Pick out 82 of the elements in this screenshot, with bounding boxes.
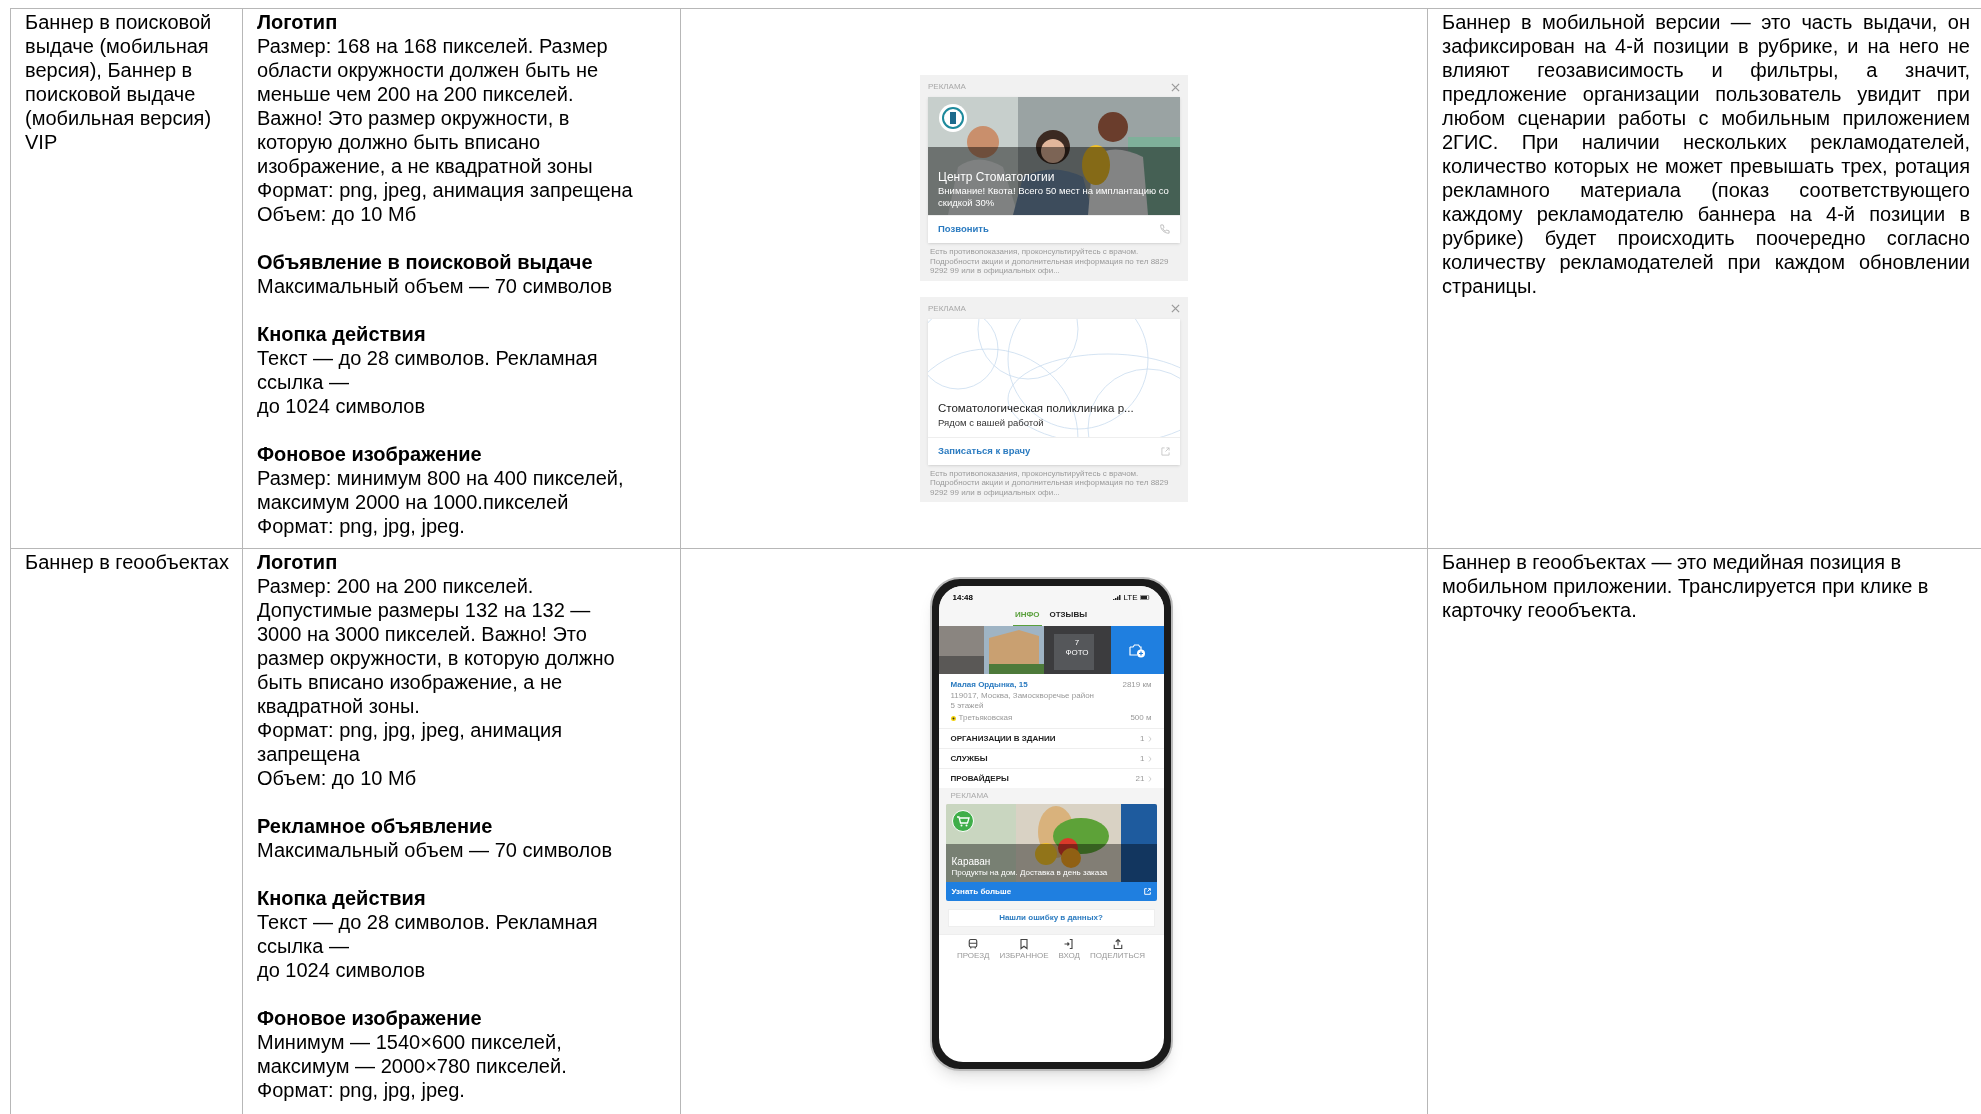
requirement-text: до 1024 символов	[257, 394, 427, 418]
report-error-button[interactable]: Нашли ошибку в данных?	[947, 909, 1155, 927]
description: Баннер в мобильной версии — это часть выдачи, он зафиксирован на 4-й позиции в рубрике, и на него не влияют геозависимость и фильтры, а значит, предложение организации пользователь увидит при любом сценарии работы с мобильным приложением 2ГИС. При наличии нескольких рекламодателей, количество которых не может превышать трех, ротация рекламного материала (показ соответствующего каждому рекламодателю баннера на 4-й позиции в рубрике) будет происходить поочередно согласно количеству рекламодателей при каждом обновлении страницы.	[1442, 10, 1970, 298]
list-item[interactable]: ПРОВАЙДЕРЫ	[950, 772, 1009, 785]
action-link[interactable]: Записаться к врачу	[938, 443, 1031, 459]
requirement-text: Объем: до 10 Мб	[257, 202, 418, 226]
metro-icon	[950, 715, 956, 721]
photo-label: ФОТО	[1065, 648, 1089, 658]
bookmark-icon	[1017, 938, 1030, 950]
requirement-text: Максимальный объем — 70 символов	[257, 838, 614, 862]
learn-more-button[interactable]: Узнать больше	[945, 882, 1157, 901]
ad-text: Рядом с вашей работой	[938, 415, 1045, 429]
requirement-text: Формат: png, jpg, jpeg.	[257, 1078, 466, 1102]
ad-label: РЕКЛАМА	[928, 81, 966, 93]
metro-distance: 500 м	[1130, 712, 1152, 724]
metro-station: Третьяковская	[958, 712, 1013, 724]
ad-title: Стоматологическая поликлиника р...	[938, 400, 1135, 416]
share-icon	[1111, 938, 1124, 950]
ad-title: Караван	[951, 856, 992, 868]
chevron-icon	[1147, 775, 1152, 782]
camera-add-icon	[1128, 642, 1146, 658]
list-item[interactable]: ОРГАНИЗАЦИИ В ЗДАНИИ	[950, 732, 1056, 745]
banner-type: Баннер в поисковой выдаче (мобильная версия), Баннер в поисковой выдаче (мобильная версия) VIP	[25, 10, 213, 154]
add-photo-button[interactable]	[1110, 626, 1164, 674]
signal-icon	[1113, 595, 1122, 600]
nav-item[interactable]: ПОДЕЛИТЬСЯ	[1090, 938, 1146, 960]
description: Баннер в геообъектах — это медийная позиция в мобильном приложении. Транслируется при клике в карточку геообъекта.	[1442, 550, 1930, 622]
section-heading: Рекламное объявление	[257, 814, 494, 838]
bus-icon	[967, 938, 980, 950]
external-link-icon	[1161, 446, 1170, 456]
section-heading: Кнопка действия	[257, 322, 427, 346]
close-icon[interactable]	[1171, 304, 1180, 313]
info-tab[interactable]: ОТЗЫВЫ	[1047, 610, 1090, 626]
ad-label: РЕКЛАМА	[949, 791, 990, 801]
requirement-text: Размер: минимум 800 на 400 пикселей, максимум 2000 на 1000.пикселей	[257, 466, 625, 514]
logo-icon	[938, 103, 968, 133]
ad-text: Внимание! Квота! Всего 50 мест на имплантацию со скидкой 30%	[938, 185, 1170, 209]
photo-count: 7	[1074, 638, 1080, 648]
requirement-text: Формат: png, jpg, jpeg, анимация запрещена	[257, 718, 564, 766]
nav-item[interactable]: ИЗБРАННОЕ	[999, 938, 1049, 960]
requirement-text: Допустимые размеры 132 на 132 — 3000 на 3000 пикселей. Важно! Это размер окружности, в которую должно быть вписано изображение, а не квадратной зоны.	[257, 598, 616, 718]
action-link[interactable]: Позвонить	[938, 222, 989, 237]
distance: 2819 км	[1122, 679, 1152, 691]
nav-item[interactable]: ПРОЕЗД	[956, 938, 990, 960]
cart-logo-icon	[951, 810, 974, 832]
section-heading: Кнопка действия	[257, 886, 427, 910]
requirement-text: до 1024 символов	[257, 958, 427, 982]
requirement-text: Формат: png, jpg, jpeg.	[257, 514, 466, 538]
ad-text: Продукты на дом. Доставка в день заказа	[951, 868, 1108, 878]
section-heading: Объявление в поисковой выдаче	[257, 250, 594, 274]
chevron-icon	[1147, 735, 1152, 742]
disclaimer: Есть противопоказания, проконсультируйтесь с врачом. Подробности акции и дополнительная информация по тел 8829 9292 99 или в официальных офи...	[929, 246, 1170, 276]
banner-type: Баннер в геообъектах	[25, 550, 230, 574]
item-count: 21	[1135, 772, 1145, 785]
entrance-icon	[1063, 938, 1076, 950]
section-heading: Фоновое изображение	[257, 1006, 483, 1030]
section-heading: Логотип	[257, 10, 339, 34]
ad-label: РЕКЛАМА	[928, 302, 966, 315]
item-count: 1	[1140, 752, 1145, 765]
address-link[interactable]: Малая Ордынка, 15	[950, 679, 1028, 691]
battery-icon	[1139, 595, 1150, 600]
list-item[interactable]: СЛУЖБЫ	[950, 752, 988, 765]
requirement-text: Формат: png, jpeg, анимация запрещена	[257, 178, 634, 202]
requirement-text: Минимум — 1540×600 пикселей, максимум — 2000×780 пикселей.	[257, 1030, 568, 1078]
item-count: 1	[1140, 732, 1145, 745]
requirement-text: Объем: до 10 Мб	[257, 766, 418, 790]
network-label: LTE	[1123, 591, 1138, 604]
disclaimer: Есть противопоказания, проконсультируйтесь с врачом. Подробности акции и дополнительная информация по тел 8829 9292 99 или в официальных офи...	[929, 467, 1170, 497]
requirement-text: Размер: 200 на 200 пикселей.	[257, 574, 535, 598]
nav-item[interactable]: ВХОД	[1058, 938, 1081, 960]
external-link-icon	[1143, 888, 1151, 895]
status-time: 14:48	[952, 591, 973, 604]
chevron-icon	[1147, 755, 1152, 762]
requirement-text: Размер: 168 на 168 пикселей. Размер области окружности должен быть не меньше чем 200 на 200 пикселей. Важно! Это размер окружности, в которую должно быть вписано изображение, а не квадратной зоны	[257, 34, 609, 178]
address-details: 119017, Москва, Замоскворечье район	[950, 691, 1096, 701]
requirement-text: Максимальный объем — 70 символов	[257, 274, 614, 298]
section-heading: Фоновое изображение	[257, 442, 483, 466]
phone-icon	[1159, 224, 1170, 235]
section-heading: Логотип	[257, 550, 339, 574]
address-details: 5 этажей	[950, 701, 985, 711]
ad-title: Центр Стоматологии	[938, 170, 1056, 185]
close-icon[interactable]	[1171, 82, 1180, 92]
